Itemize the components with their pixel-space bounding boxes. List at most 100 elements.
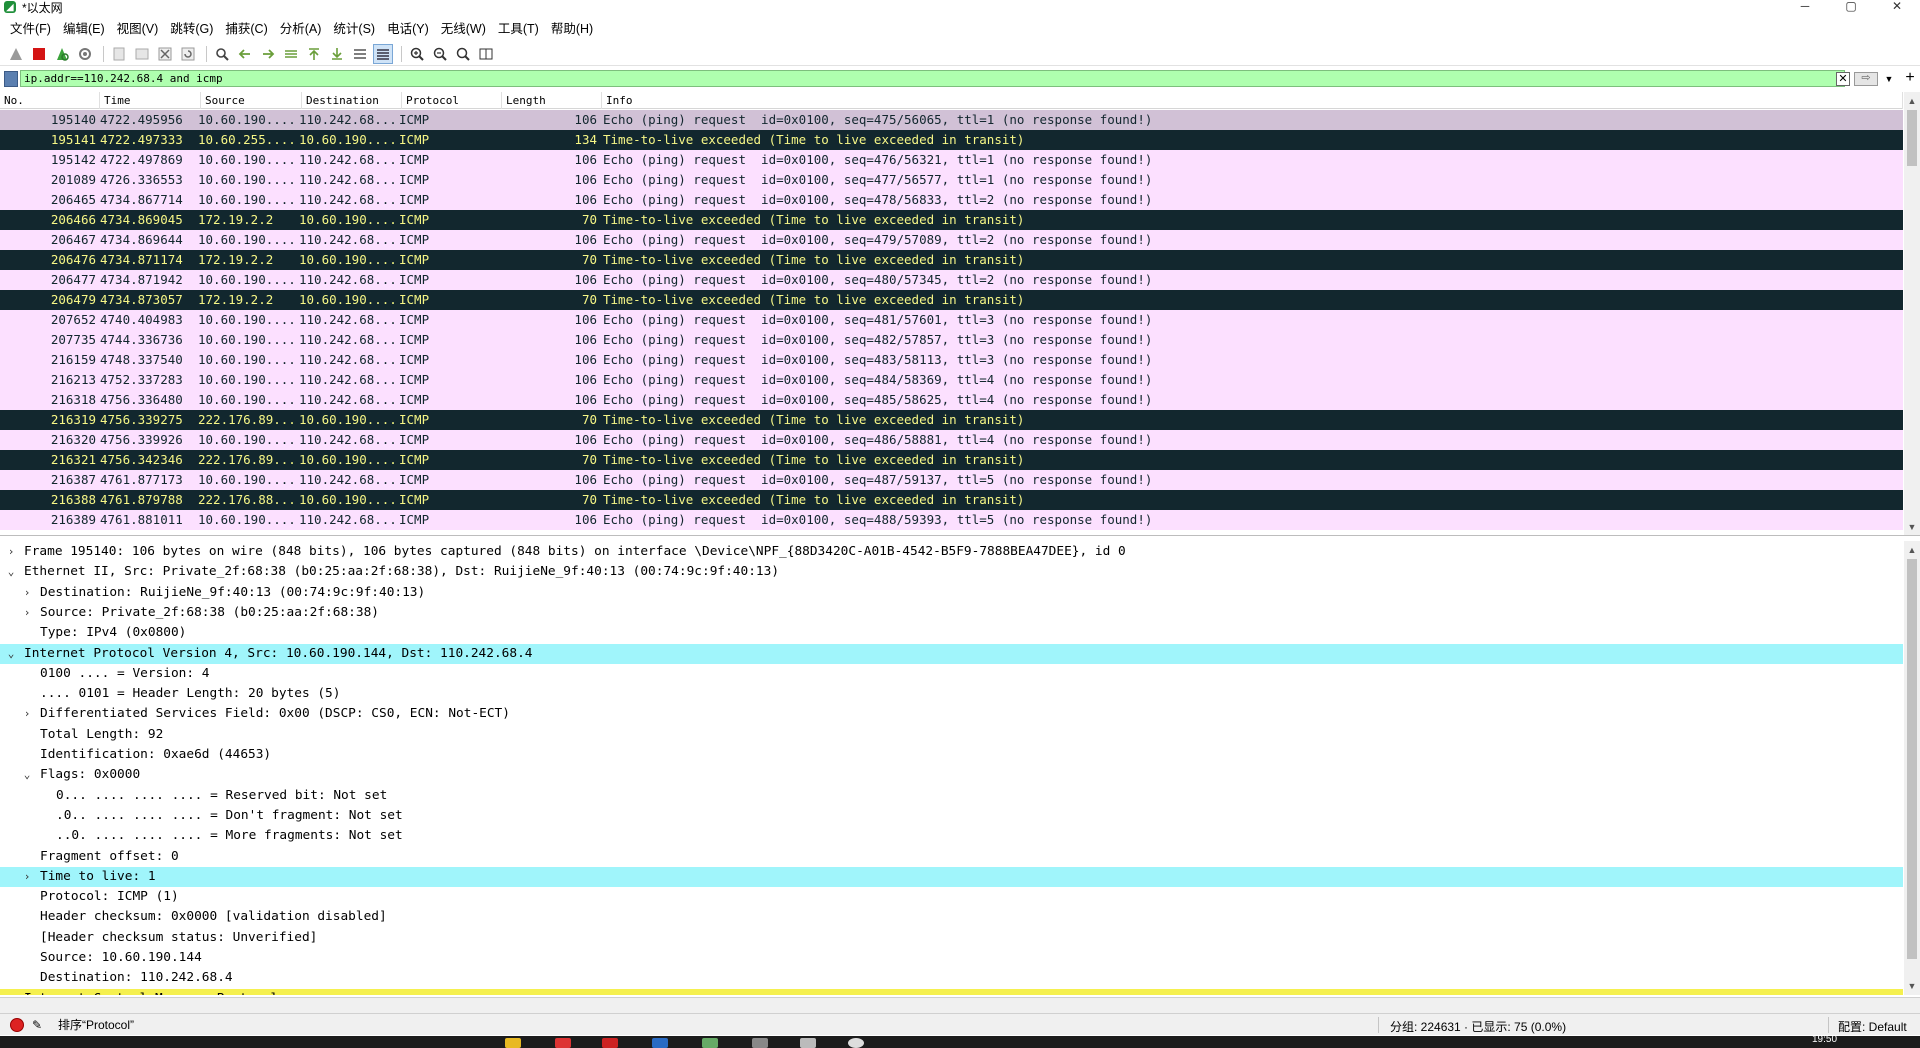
expert-info-icon[interactable] bbox=[10, 1017, 24, 1032]
detail-tree-item[interactable]: › Differentiated Services Field: 0x00 (DS… bbox=[0, 704, 1903, 724]
menu-view[interactable]: 视图(V) bbox=[111, 18, 165, 40]
menu-capture[interactable]: 捕获(C) bbox=[219, 18, 273, 40]
detail-tree-item[interactable]: › Source: Private_2f:68:38 (b0:25:aa:2f:6… bbox=[0, 603, 1903, 623]
detail-tree-item[interactable]: Identification: 0xae6d (44653) bbox=[0, 745, 1903, 765]
display-filter-input[interactable]: ip.addr==110.242.68.4 and icmp bbox=[20, 70, 1845, 87]
auto-scroll-icon[interactable] bbox=[350, 44, 370, 64]
menu-wireless[interactable]: 无线(W) bbox=[435, 18, 492, 40]
zoom-in-icon[interactable] bbox=[407, 44, 427, 64]
detail-tree-item[interactable]: 0100 .... = Version: 4 bbox=[0, 664, 1903, 684]
packet-row[interactable]: 216213 4752.337283 10.60.190.... 110.242.68… bbox=[0, 370, 1903, 390]
detail-tree-item[interactable]: Source: 10.60.190.144 bbox=[0, 948, 1903, 968]
close-file-icon[interactable] bbox=[155, 44, 175, 64]
taskbar-app-icon[interactable] bbox=[702, 1038, 718, 1048]
menu-help[interactable]: 帮助(H) bbox=[545, 18, 599, 40]
go-forward-icon[interactable] bbox=[258, 44, 278, 64]
taskbar-app-icon[interactable] bbox=[752, 1038, 768, 1048]
packet-row[interactable]: 206479 4734.873057 172.19.2.2 10.60.190....… bbox=[0, 290, 1903, 310]
scrollbar-thumb[interactable] bbox=[1907, 110, 1917, 166]
detail-tree-item[interactable]: Destination: 110.242.68.4 bbox=[0, 968, 1903, 988]
profile-selector[interactable]: 配置: Default bbox=[1838, 1018, 1907, 1035]
go-to-packet-icon[interactable] bbox=[281, 44, 301, 64]
menu-statistics[interactable]: 统计(S) bbox=[327, 18, 381, 40]
packet-row[interactable]: 206476 4734.871174 172.19.2.2 10.60.190....… bbox=[0, 250, 1903, 270]
scrollbar-thumb[interactable] bbox=[1907, 559, 1917, 959]
detail-tree-item[interactable]: ⌄ Ethernet II, Src: Private_2f:68:38 (b0:… bbox=[0, 562, 1903, 582]
column-header-length[interactable]: Length bbox=[502, 92, 602, 109]
menu-telephony[interactable]: 电话(Y) bbox=[381, 18, 435, 40]
expand-arrow-icon[interactable]: › bbox=[5, 542, 17, 562]
taskbar-app-icon[interactable] bbox=[800, 1038, 816, 1048]
column-header-no[interactable]: No. bbox=[0, 92, 100, 109]
zoom-out-icon[interactable] bbox=[430, 44, 450, 64]
detail-tree-item[interactable]: .... 0101 = Header Length: 20 bytes (5) bbox=[0, 684, 1903, 704]
scroll-up-icon[interactable]: ▲ bbox=[1904, 543, 1920, 557]
packet-row[interactable]: 216319 4756.339275 222.176.89... 10.60.190.… bbox=[0, 410, 1903, 430]
collapse-arrow-icon[interactable]: ⌄ bbox=[21, 765, 33, 785]
detail-tree-item[interactable]: 0... .... .... .... = Reserved bit: Not … bbox=[0, 786, 1903, 806]
bytes-pane-splitter[interactable] bbox=[0, 997, 1920, 1013]
detail-tree-item[interactable]: Fragment offset: 0 bbox=[0, 847, 1903, 867]
menu-analyze[interactable]: 分析(A) bbox=[274, 18, 328, 40]
taskbar-app-icon[interactable] bbox=[848, 1038, 864, 1048]
expand-arrow-icon[interactable]: › bbox=[21, 603, 33, 623]
packet-row[interactable]: 216159 4748.337540 10.60.190.... 110.242.68… bbox=[0, 350, 1903, 370]
last-packet-icon[interactable] bbox=[327, 44, 347, 64]
filter-bookmark-icon[interactable] bbox=[4, 71, 18, 87]
resize-columns-icon[interactable] bbox=[476, 44, 496, 64]
detail-tree-item[interactable]: › Destination: RuijieNe_9f:40:13 (00:74:9… bbox=[0, 583, 1903, 603]
close-button[interactable]: ✕ bbox=[1874, 0, 1920, 14]
detail-tree-item[interactable]: [Header checksum status: Unverified] bbox=[0, 928, 1903, 948]
clear-filter-icon[interactable]: ✕ bbox=[1836, 72, 1850, 86]
packet-row[interactable]: 207735 4744.336736 10.60.190.... 110.242.68… bbox=[0, 330, 1903, 350]
taskbar-explorer-icon[interactable] bbox=[505, 1038, 521, 1048]
packet-list-scrollbar[interactable]: ▲ ▼ bbox=[1904, 92, 1920, 535]
capture-options-icon[interactable] bbox=[75, 44, 95, 64]
scroll-up-icon[interactable]: ▲ bbox=[1904, 94, 1920, 108]
detail-tree-item[interactable]: Total Length: 92 bbox=[0, 725, 1903, 745]
detail-tree-item[interactable]: ⌄ Flags: 0x0000 bbox=[0, 765, 1903, 785]
filter-history-dropdown-icon[interactable]: ▼ bbox=[1882, 72, 1896, 86]
taskbar-app-icon[interactable] bbox=[555, 1038, 571, 1048]
collapse-arrow-icon[interactable]: ⌄ bbox=[5, 644, 17, 664]
detail-tree-item[interactable]: › Internet Control Message Protocol bbox=[0, 988, 1903, 995]
expand-arrow-icon[interactable]: › bbox=[21, 583, 33, 603]
minimize-button[interactable]: ─ bbox=[1782, 0, 1828, 14]
packet-row[interactable]: 195142 4722.497869 10.60.190.... 110.242.68… bbox=[0, 150, 1903, 170]
find-packet-icon[interactable] bbox=[212, 44, 232, 64]
packet-row[interactable]: 206467 4734.869644 10.60.190.... 110.242.68… bbox=[0, 230, 1903, 250]
packet-row[interactable]: 216389 4761.881011 10.60.190.... 110.242.68… bbox=[0, 510, 1903, 530]
column-header-time[interactable]: Time bbox=[100, 92, 201, 109]
detail-tree-item[interactable]: › Frame 195140: 106 bytes on wire (848 bi… bbox=[0, 542, 1903, 562]
menu-tools[interactable]: 工具(T) bbox=[492, 18, 545, 40]
go-back-icon[interactable] bbox=[235, 44, 255, 64]
packet-row[interactable]: 195140 4722.495956 10.60.190.... 110.242.68… bbox=[0, 110, 1903, 130]
stop-capture-icon[interactable] bbox=[29, 44, 49, 64]
packet-row[interactable]: 216388 4761.879788 222.176.88... 10.60.190.… bbox=[0, 490, 1903, 510]
capture-comment-icon[interactable]: ✎ bbox=[32, 1018, 46, 1032]
packet-row[interactable]: 207652 4740.404983 10.60.190.... 110.242.68… bbox=[0, 310, 1903, 330]
apply-filter-icon[interactable]: ⇨ bbox=[1854, 72, 1878, 86]
packet-row[interactable]: 195141 4722.497333 10.60.255.... 10.60.190.… bbox=[0, 130, 1903, 150]
taskbar-wireshark-icon[interactable] bbox=[652, 1038, 668, 1048]
packet-row[interactable]: 216320 4756.339926 10.60.190.... 110.242.68… bbox=[0, 430, 1903, 450]
column-header-source[interactable]: Source bbox=[201, 92, 302, 109]
expand-arrow-icon[interactable]: › bbox=[21, 867, 33, 887]
detail-tree-item[interactable]: Type: IPv4 (0x0800) bbox=[0, 623, 1903, 643]
packet-row[interactable]: 216318 4756.336480 10.60.190.... 110.242.68… bbox=[0, 390, 1903, 410]
detail-tree-item[interactable]: ⌄ Internet Protocol Version 4, Src: 10.60… bbox=[0, 643, 1903, 664]
detail-tree-item[interactable]: Protocol: ICMP (1) bbox=[0, 887, 1903, 907]
taskbar-app-icon[interactable] bbox=[602, 1038, 618, 1048]
details-scrollbar[interactable]: ▲ ▼ bbox=[1904, 541, 1920, 995]
restart-capture-icon[interactable] bbox=[52, 44, 72, 64]
menu-edit[interactable]: 编辑(E) bbox=[57, 18, 111, 40]
detail-tree-item[interactable]: .0.. .... .... .... = Don't fragment: No… bbox=[0, 806, 1903, 826]
packet-row[interactable]: 216387 4761.877173 10.60.190.... 110.242.68… bbox=[0, 470, 1903, 490]
menu-file[interactable]: 文件(F) bbox=[4, 18, 57, 40]
detail-tree-item[interactable]: Header checksum: 0x0000 [validation disa… bbox=[0, 907, 1903, 927]
packet-row[interactable]: 216321 4756.342346 222.176.89... 10.60.190.… bbox=[0, 450, 1903, 470]
detail-tree-item[interactable]: › Time to live: 1 bbox=[0, 866, 1903, 887]
column-header-destination[interactable]: Destination bbox=[302, 92, 402, 109]
save-file-icon[interactable] bbox=[132, 44, 152, 64]
column-header-info[interactable]: Info bbox=[602, 92, 1903, 109]
